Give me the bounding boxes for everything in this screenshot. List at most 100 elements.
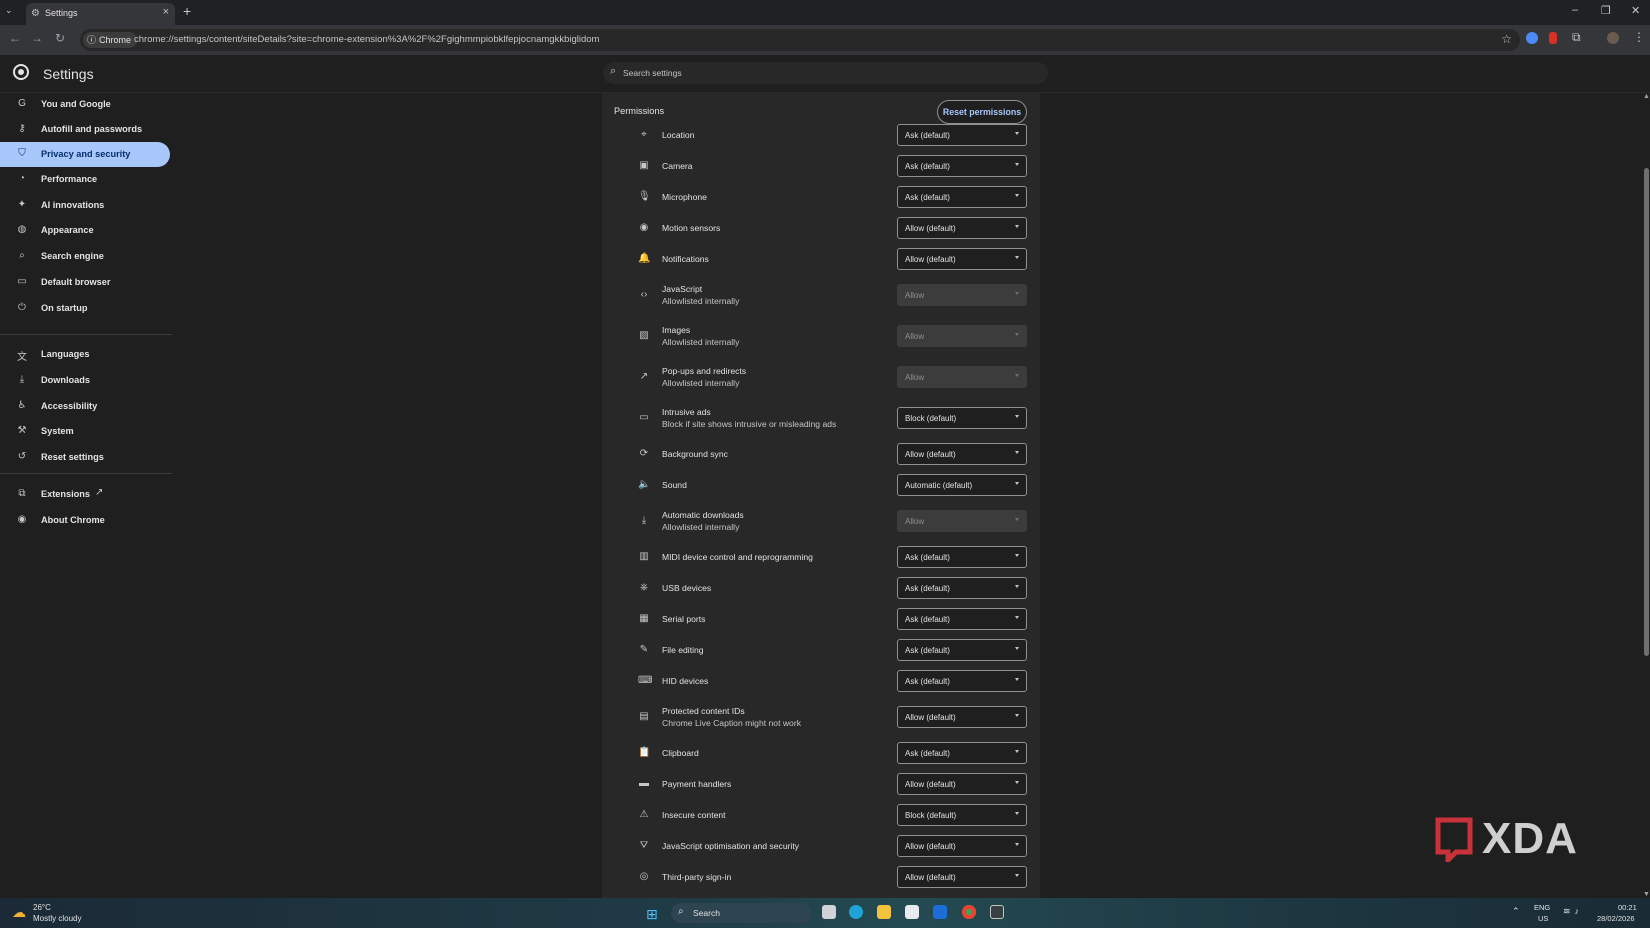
forward-icon[interactable]: → (31, 31, 43, 45)
permission-select[interactable]: Ask (default) (897, 545, 1027, 568)
clock-date[interactable]: 28/02/2026 (1597, 914, 1635, 923)
permission-row: ⤓ Automatic downloads Allowlisted internal… (602, 501, 1040, 541)
sidebar-item-languages[interactable]: 文 Languages (0, 342, 170, 367)
permission-select[interactable]: Ask (default) (897, 607, 1027, 630)
permission-row: ▬ Payment handlers Allow (default) (602, 769, 1040, 799)
sparkle-icon: ✦ (17, 199, 27, 210)
chrome-taskbar-icon[interactable] (962, 905, 976, 919)
permission-row: 📋 Clipboard Ask (default) (602, 738, 1040, 768)
sidebar-item-downloads[interactable]: ⤓ Downloads (0, 368, 170, 393)
bookmark-star-icon[interactable]: ☆ (1501, 32, 1512, 46)
clock-time[interactable]: 00:21 (1618, 903, 1637, 912)
wifi-volume-icons[interactable]: ≋♪ (1563, 906, 1583, 917)
puzzle-icon[interactable]: ⧉ (1572, 30, 1581, 45)
permission-row: ⛛ JavaScript optimisation and security All… (602, 831, 1040, 861)
permission-select[interactable]: Allow (default) (897, 772, 1027, 795)
language-indicator[interactable]: ENG (1534, 903, 1550, 912)
restore-icon[interactable]: ❐ (1601, 4, 1611, 17)
sidebar-item-about-chrome[interactable]: ◉ About Chrome (0, 508, 170, 533)
sidebar-item-on-startup[interactable]: ⏻ On startup (0, 296, 170, 321)
permission-select[interactable]: Allow (default) (897, 705, 1027, 728)
permission-select[interactable]: Automatic (default) (897, 473, 1027, 496)
dropdown-arrow-icon (1015, 584, 1019, 588)
permission-select[interactable]: Allow (default) (897, 442, 1027, 465)
sidebar-item-search-engine[interactable]: ⌕ Search engine (0, 244, 170, 269)
permission-name: Microphone (662, 191, 707, 202)
serial-port-icon: ▦ (639, 612, 649, 624)
windows-start-icon[interactable]: ⊞ (646, 906, 658, 923)
sidebar-item-default-browser[interactable]: ▭ Default browser (0, 270, 170, 295)
permission-select[interactable]: Ask (default) (897, 154, 1027, 177)
kebab-menu-icon[interactable]: ⋮ (1633, 30, 1645, 44)
permission-select[interactable]: Allow (default) (897, 216, 1027, 239)
new-tab-icon[interactable]: + (183, 3, 191, 19)
permission-select[interactable]: Ask (default) (897, 669, 1027, 692)
back-icon[interactable]: ← (9, 31, 21, 45)
search-box[interactable]: ⌕ (603, 62, 1048, 84)
permission-name: Serial ports (662, 613, 706, 624)
permission-select[interactable]: Block (default) (897, 406, 1027, 429)
close-tab-icon[interactable]: × (163, 6, 169, 18)
sidebar-item-system[interactable]: ⚒ System (0, 419, 170, 444)
permission-select[interactable]: Allow (default) (897, 865, 1027, 888)
search-input[interactable] (623, 66, 1023, 80)
weather-condition[interactable]: Mostly cloudy (33, 914, 81, 923)
avatar[interactable] (1607, 32, 1619, 44)
address-bar[interactable]: Chrome chrome://settings/content/siteDet… (80, 29, 1520, 51)
edge-icon[interactable] (849, 905, 863, 919)
dropdown-arrow-icon (1015, 373, 1019, 377)
scroll-down-icon[interactable]: ▼ (1643, 891, 1650, 898)
permission-row: ⌖ Location Ask (default) (602, 120, 1040, 150)
sidebar-item-autofill[interactable]: ⚷ Autofill and passwords (0, 117, 170, 142)
js-optimise-icon: ⛛ (639, 839, 649, 851)
close-window-icon[interactable]: ✕ (1631, 4, 1640, 17)
permission-row: ▥ MIDI device control and reprogramming As… (602, 542, 1040, 572)
outlook-icon[interactable] (933, 905, 947, 919)
permission-name: USB devices (662, 582, 712, 593)
permission-select[interactable]: Block (default) (897, 803, 1027, 826)
permission-name: Notifications (662, 253, 709, 264)
weather-icon[interactable]: ☁ (12, 904, 26, 921)
task-view-icon[interactable] (822, 905, 836, 919)
permission-select[interactable]: Ask (default) (897, 638, 1027, 661)
sidebar-item-ai-innovations[interactable]: ✦ AI innovations (0, 193, 170, 218)
dropdown-arrow-icon (1015, 677, 1019, 681)
sidebar-item-privacy-and-security[interactable]: ⛉ Privacy and security (0, 142, 170, 167)
dropdown-arrow-icon (1015, 873, 1019, 877)
taskbar-search[interactable]: ⌕ Search (671, 903, 811, 923)
store-icon[interactable] (905, 905, 919, 919)
sidebar-item-extensions[interactable]: ⧉ Extensions ↗ (0, 482, 170, 507)
extension-icon-blue[interactable] (1526, 32, 1538, 44)
sidebar-item-label: Appearance (41, 225, 94, 235)
sidebar-item-appearance[interactable]: ◍ Appearance (0, 218, 170, 243)
snipping-tool-icon[interactable] (990, 905, 1004, 919)
site-chip[interactable]: Chrome (83, 32, 138, 48)
file-explorer-icon[interactable] (877, 905, 891, 919)
sidebar-item-performance[interactable]: ◔ Performance (0, 167, 170, 192)
sidebar-item-reset-settings[interactable]: ↺ Reset settings (0, 445, 170, 470)
scroll-thumb[interactable] (1644, 168, 1649, 656)
sidebar-item-label: On startup (41, 303, 88, 313)
reload-icon[interactable]: ↻ (55, 31, 65, 45)
permission-select[interactable]: Ask (default) (897, 576, 1027, 599)
permission-select[interactable]: Allow (default) (897, 834, 1027, 857)
permission-name: Insecure content (662, 809, 726, 820)
url-text[interactable]: chrome://settings/content/siteDetails?si… (134, 34, 599, 45)
tab-search-chevron-icon[interactable]: ⌄ (5, 5, 13, 16)
permission-select[interactable]: Ask (default) (897, 123, 1027, 146)
tab-settings[interactable]: ⚙ Settings × (26, 3, 175, 25)
language-region[interactable]: US (1538, 914, 1548, 923)
scrollbar[interactable]: ▲ ▼ (1643, 93, 1650, 898)
chevron-up-icon[interactable]: ⌃ (1512, 906, 1520, 917)
minimize-icon[interactable]: – (1572, 4, 1578, 16)
scroll-up-icon[interactable]: ▲ (1643, 93, 1650, 100)
shield-icon: ⛉ (18, 148, 26, 159)
extension-icon-red[interactable] (1549, 32, 1557, 44)
weather-temp[interactable]: 26°C (33, 903, 51, 912)
sidebar-item-you-and-google[interactable]: G You and Google (0, 92, 170, 117)
permission-select[interactable]: Ask (default) (897, 185, 1027, 208)
sidebar-item-accessibility[interactable]: ♿ Accessibility (0, 394, 170, 419)
sync-icon: ⟳ (639, 447, 649, 459)
permission-select[interactable]: Ask (default) (897, 741, 1027, 764)
permission-select[interactable]: Allow (default) (897, 247, 1027, 270)
